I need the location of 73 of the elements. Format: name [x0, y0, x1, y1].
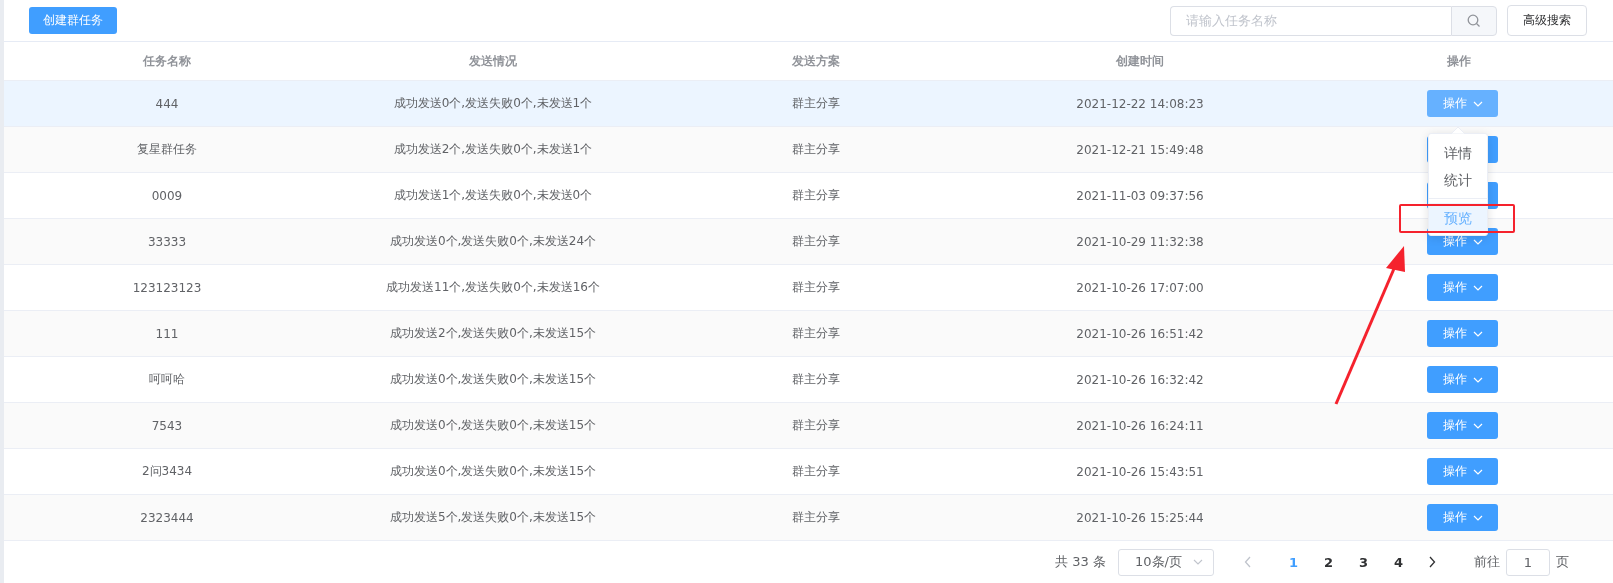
table-cell: 成功发送5个,发送失败0个,未发送15个: [389, 509, 597, 526]
chevron-down-icon: [1472, 100, 1483, 107]
page-suffix: 页: [1556, 553, 1569, 571]
table-cell: 群主分享: [792, 463, 840, 480]
chevron-down-icon: [1472, 330, 1483, 337]
table-cell: 2问3434: [141, 463, 193, 480]
page-size-select[interactable]: 10条/页: [1118, 548, 1214, 576]
table-cell: 复星群任务: [137, 141, 197, 158]
table-cell: 2021-11-03 09:37:56: [1076, 188, 1204, 203]
chevron-down-icon: [1472, 514, 1483, 521]
table-cell: 2021-10-26 15:25:44: [1076, 510, 1204, 525]
table-cell: 2021-10-29 11:32:38: [1076, 234, 1204, 249]
next-page-icon[interactable]: [1428, 556, 1436, 568]
chevron-down-icon: [1193, 559, 1203, 565]
column-header: 创建时间: [1116, 52, 1164, 70]
chevron-down-icon: [1472, 422, 1483, 429]
table-cell: 群主分享: [792, 187, 840, 204]
page-number[interactable]: 3: [1346, 554, 1381, 570]
table-cell: 2021-10-26 16:51:42: [1076, 326, 1204, 341]
previous-page-icon[interactable]: [1244, 556, 1252, 568]
table-cell: 群主分享: [792, 279, 840, 296]
column-header: 操作: [1446, 52, 1471, 70]
table-cell: 成功发送2个,发送失败0个,未发送15个: [389, 325, 597, 342]
table-cell: 7543: [151, 418, 183, 433]
table-cell: 成功发送2个,发送失败0个,未发送1个: [393, 141, 593, 158]
chevron-down-icon: [1472, 376, 1483, 383]
search-icon: [1467, 13, 1481, 28]
table-cell: 成功发送0个,发送失败0个,未发送15个: [389, 371, 597, 388]
table-cell: 成功发送0个,发送失败0个,未发送1个: [393, 95, 593, 112]
table-cell: 2021-12-21 15:49:48: [1076, 142, 1204, 157]
table-row[interactable]: 7543 成功发送0个,发送失败0个,未发送15个 群主分享 2021-10-26 16:24:11 操作: [4, 403, 1613, 449]
search-button[interactable]: [1451, 5, 1497, 36]
table-cell: 2021-12-22 14:08:23: [1076, 96, 1204, 111]
table-cell: 成功发送0个,发送失败0个,未发送15个: [389, 463, 597, 480]
table-cell: 群主分享: [792, 233, 840, 250]
table-cell: 呵呵哈: [149, 371, 185, 388]
goto-label: 前往: [1474, 553, 1500, 571]
table-cell: 群主分享: [792, 509, 840, 526]
table-cell: 成功发送1个,发送失败0个,未发送0个: [393, 187, 593, 204]
page-number[interactable]: 4: [1381, 554, 1416, 570]
column-header: 发送情况: [469, 52, 517, 70]
table-cell: 成功发送11个,发送失败0个,未发送16个: [386, 279, 600, 296]
chevron-down-icon: [1472, 238, 1483, 245]
advanced-search-button[interactable]: 高级搜索: [1507, 5, 1587, 36]
total-count: 共 33 条: [1055, 553, 1106, 571]
table-cell: 2021-10-26 15:43:51: [1076, 464, 1204, 479]
table-cell: 2021-10-26 16:24:11: [1076, 418, 1204, 433]
table-cell: 成功发送0个,发送失败0个,未发送24个: [389, 233, 597, 250]
chevron-down-icon: [1472, 468, 1483, 475]
table-cell: 2021-10-26 16:32:42: [1076, 372, 1204, 387]
table-row[interactable]: 444 成功发送0个,发送失败0个,未发送1个 群主分享 2021-12-22 14:08:23 操作: [4, 81, 1613, 127]
table-cell: 444: [155, 96, 179, 111]
column-header: 任务名称: [143, 52, 191, 70]
table-cell: 群主分享: [792, 325, 840, 342]
table-cell: 成功发送0个,发送失败0个,未发送15个: [389, 417, 597, 434]
table-cell: 33333: [147, 234, 187, 249]
menu-item[interactable]: 详情: [1429, 140, 1487, 167]
table-cell: 群主分享: [792, 371, 840, 388]
page-number[interactable]: 2: [1311, 554, 1346, 570]
chevron-down-icon: [1472, 284, 1483, 291]
goto-page-field[interactable]: 1: [1506, 548, 1550, 576]
table-cell: 0009: [151, 188, 183, 203]
table-cell: 111: [155, 326, 179, 341]
table-cell: 群主分享: [792, 95, 840, 112]
table-cell: 群主分享: [792, 141, 840, 158]
table-cell: 123123123: [132, 280, 202, 295]
table-row[interactable]: 111 成功发送2个,发送失败0个,未发送15个 群主分享 2021-10-26 16:51:42 操作: [4, 311, 1613, 357]
table-cell: 2021-10-26 17:07:00: [1076, 280, 1204, 295]
table-cell: 群主分享: [792, 417, 840, 434]
column-header: 发送方案: [792, 52, 840, 70]
table-row[interactable]: 2323444 成功发送5个,发送失败0个,未发送15个 群主分享 2021-10-26 15:25:44 操作: [4, 495, 1613, 541]
table-cell: 2323444: [140, 510, 194, 525]
search-field[interactable]: 请输入任务名称: [1170, 5, 1451, 36]
